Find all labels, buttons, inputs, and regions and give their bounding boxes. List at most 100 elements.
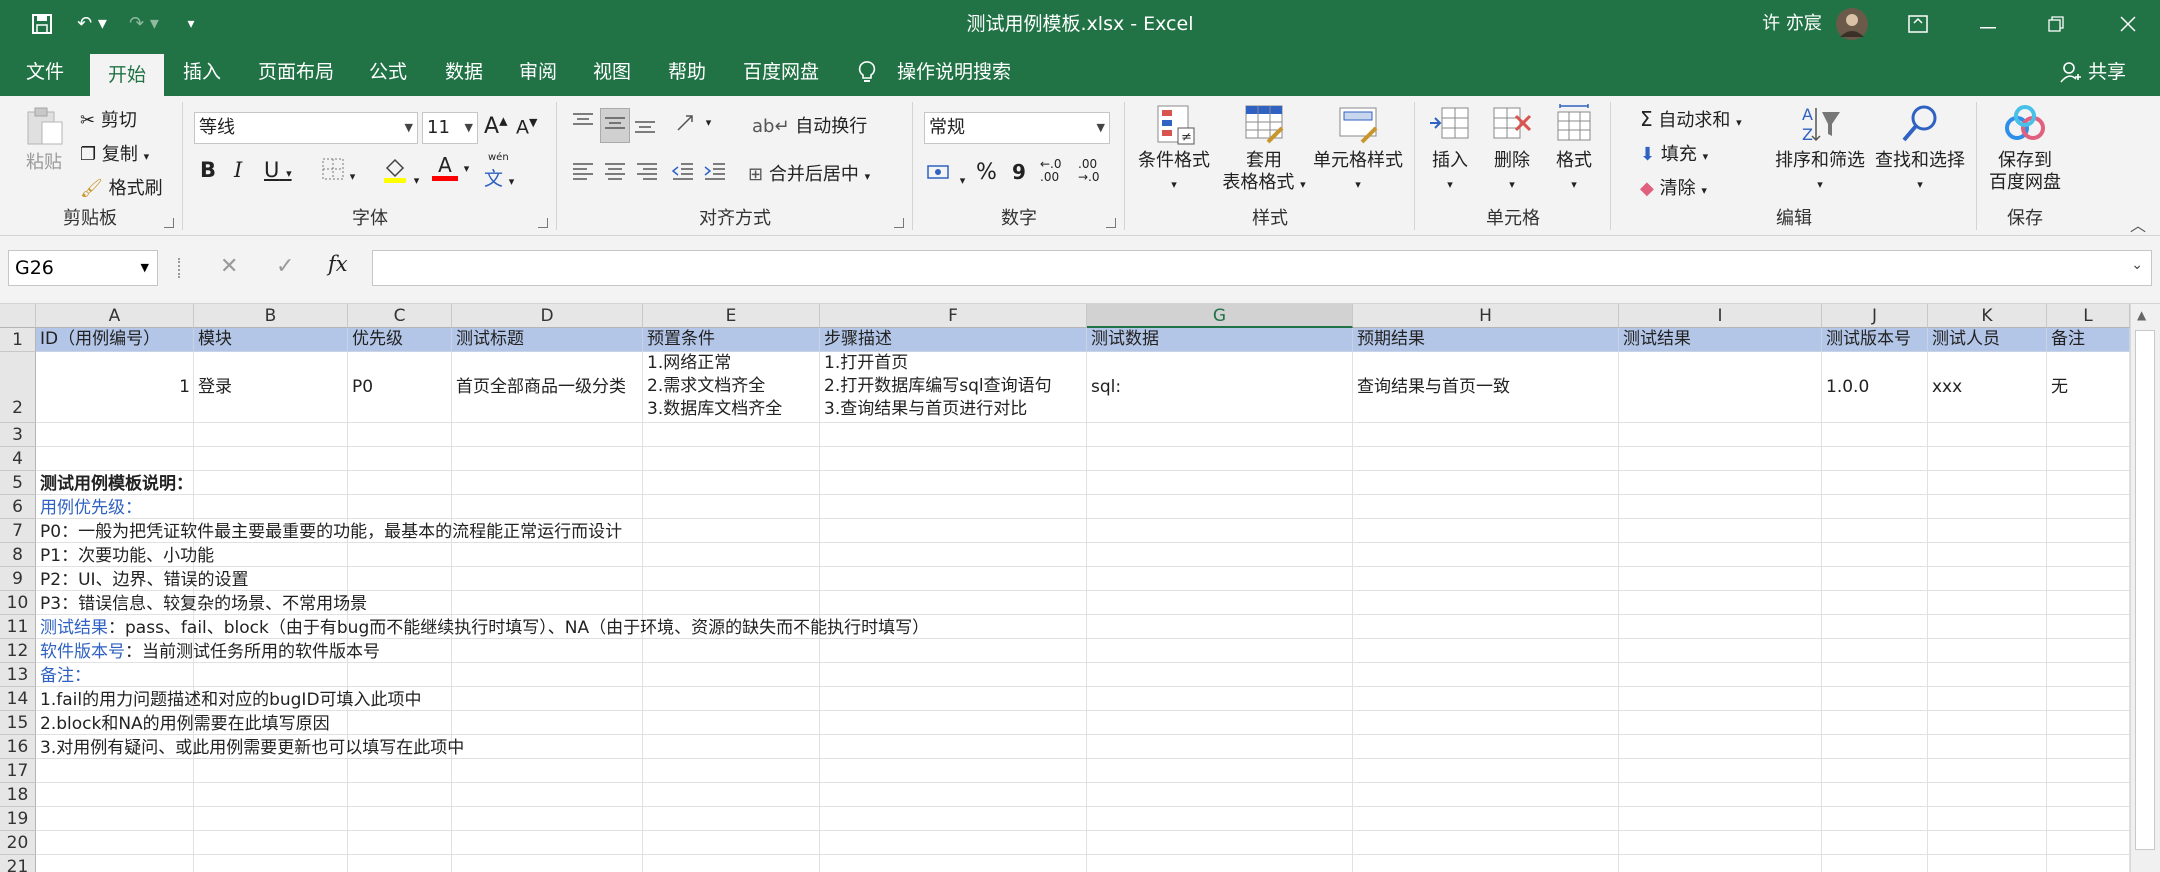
font-launcher-icon[interactable]	[538, 218, 548, 228]
row-header[interactable]: 2	[0, 352, 36, 423]
cell[interactable]	[2047, 447, 2130, 471]
column-header[interactable]: C	[348, 304, 452, 328]
cell[interactable]	[1087, 495, 1353, 519]
row-header[interactable]: 6	[0, 495, 36, 519]
cell[interactable]	[1822, 687, 1928, 711]
paste-button[interactable]: 粘贴	[16, 104, 72, 174]
expand-formula-icon[interactable]: ⌄	[2131, 257, 2143, 273]
cell[interactable]	[1928, 807, 2047, 831]
header-cell[interactable]: 备注	[2047, 328, 2130, 352]
tab-file[interactable]: 文件	[26, 48, 64, 96]
cell[interactable]	[2047, 807, 2130, 831]
cell[interactable]	[1353, 615, 1619, 639]
cell[interactable]	[820, 735, 1087, 759]
cell[interactable]	[452, 495, 643, 519]
cell[interactable]	[36, 423, 194, 447]
cell[interactable]	[820, 519, 1087, 543]
vertical-scrollbar[interactable]: ▲	[2130, 304, 2160, 872]
cell[interactable]	[452, 855, 643, 872]
cell[interactable]	[820, 591, 1087, 615]
minimize-icon[interactable]	[1968, 0, 2008, 48]
cell[interactable]	[1353, 447, 1619, 471]
column-header[interactable]: F	[820, 304, 1087, 328]
cell[interactable]	[643, 711, 820, 735]
cell[interactable]	[643, 423, 820, 447]
cell[interactable]	[1619, 687, 1822, 711]
cell[interactable]	[820, 567, 1087, 591]
cell[interactable]	[1928, 687, 2047, 711]
cell[interactable]	[1353, 519, 1619, 543]
fill-button[interactable]: ⬇ 填充 ▾	[1640, 140, 1708, 166]
cell[interactable]	[452, 687, 643, 711]
header-cell[interactable]: 模块	[194, 328, 348, 352]
cell[interactable]	[820, 663, 1087, 687]
row-header[interactable]: 20	[0, 831, 36, 855]
cell[interactable]	[194, 831, 348, 855]
row-header[interactable]: 17	[0, 759, 36, 783]
cell[interactable]	[1353, 495, 1619, 519]
row-header[interactable]: 19	[0, 807, 36, 831]
cell[interactable]	[348, 543, 452, 567]
cell[interactable]	[1928, 543, 2047, 567]
row-header[interactable]: 12	[0, 639, 36, 663]
cell[interactable]	[1822, 423, 1928, 447]
tab-formulas[interactable]: 公式	[369, 48, 407, 96]
column-header[interactable]: J	[1822, 304, 1928, 328]
cell[interactable]	[643, 663, 820, 687]
cell[interactable]	[1928, 447, 2047, 471]
cell[interactable]	[1928, 735, 2047, 759]
cell-precondition[interactable]: 2.需求文档齐全	[643, 375, 820, 398]
cell[interactable]	[452, 639, 643, 663]
cell[interactable]	[1822, 495, 1928, 519]
redo-icon[interactable]: ↷ ▾	[122, 0, 166, 48]
formula-input[interactable]: ⌄	[372, 250, 2152, 286]
cell[interactable]	[452, 711, 643, 735]
fill-color-button[interactable]: ▾	[382, 156, 419, 189]
header-cell[interactable]: 预置条件	[643, 328, 820, 352]
confirm-entry-icon[interactable]: ✓	[276, 254, 294, 279]
cell-id[interactable]: 1	[36, 352, 194, 423]
autosum-button[interactable]: Σ 自动求和 ▾	[1640, 106, 1742, 132]
font-color-button[interactable]: A ▾	[432, 154, 469, 181]
cell[interactable]	[1087, 663, 1353, 687]
cell[interactable]	[820, 471, 1087, 495]
cell-version[interactable]: 1.0.0	[1822, 352, 1928, 423]
column-header[interactable]: H	[1353, 304, 1619, 328]
cell[interactable]	[348, 447, 452, 471]
cell[interactable]	[194, 759, 348, 783]
cell[interactable]	[348, 783, 452, 807]
row-header[interactable]: 18	[0, 783, 36, 807]
cell[interactable]	[452, 591, 643, 615]
cell[interactable]	[1822, 831, 1928, 855]
header-cell[interactable]: 测试结果	[1619, 328, 1822, 352]
restore-icon[interactable]	[2036, 0, 2076, 48]
decrease-decimal-icon[interactable]: .00 →.0	[1078, 158, 1100, 184]
cell[interactable]	[1822, 447, 1928, 471]
cell[interactable]	[1928, 759, 2047, 783]
cell[interactable]	[820, 447, 1087, 471]
align-middle-icon[interactable]	[600, 108, 630, 143]
sort-filter-button[interactable]: AZ 排序和筛选 ▾	[1772, 102, 1868, 196]
cell[interactable]	[1619, 615, 1822, 639]
insert-function-icon[interactable]: fx	[328, 252, 348, 276]
cell-precondition[interactable]: 3.数据库文档齐全	[643, 398, 820, 421]
cell[interactable]	[194, 543, 348, 567]
save-to-baidu-button[interactable]: 保存到 百度网盘	[1980, 102, 2070, 194]
cell[interactable]	[1619, 735, 1822, 759]
row-header[interactable]: 14	[0, 687, 36, 711]
increase-decimal-icon[interactable]: ←.0.00	[1040, 158, 1062, 184]
cell[interactable]	[643, 639, 820, 663]
cell[interactable]	[643, 519, 820, 543]
cell[interactable]	[1353, 711, 1619, 735]
cell[interactable]	[452, 543, 643, 567]
cell[interactable]	[1619, 567, 1822, 591]
cell[interactable]	[1087, 471, 1353, 495]
cell[interactable]	[1619, 495, 1822, 519]
cell[interactable]	[2047, 591, 2130, 615]
cell[interactable]	[1353, 591, 1619, 615]
cell[interactable]	[1822, 615, 1928, 639]
orientation-icon[interactable]: ▾	[674, 110, 711, 141]
cell[interactable]	[452, 759, 643, 783]
tab-help[interactable]: 帮助	[668, 48, 706, 96]
cell[interactable]	[2047, 639, 2130, 663]
